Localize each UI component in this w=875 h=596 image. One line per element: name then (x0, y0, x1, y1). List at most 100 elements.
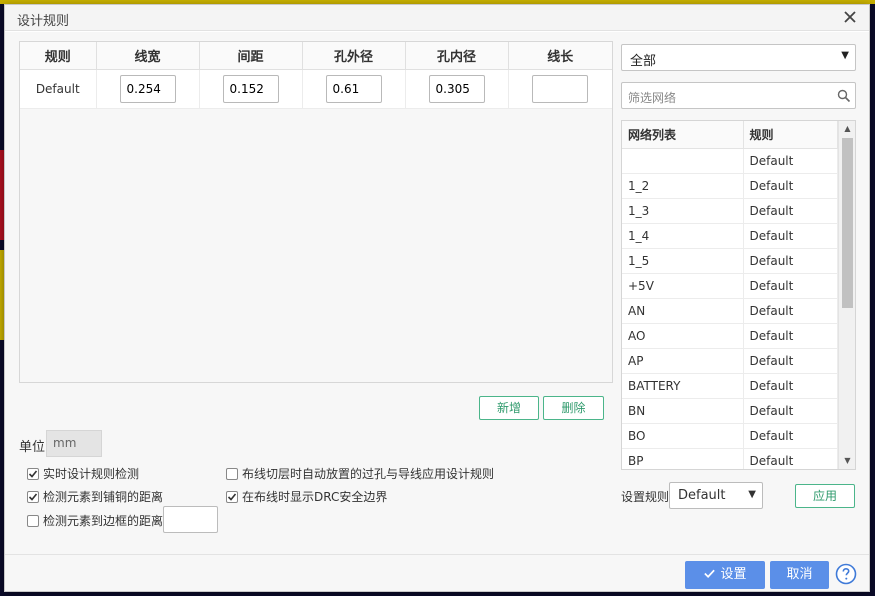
table-row[interactable]: BN Default (622, 398, 838, 424)
table-row[interactable]: 1_5 Default (622, 248, 838, 274)
caret-down-icon: ▼ (748, 489, 756, 500)
net-name: BATTERY (622, 373, 744, 399)
set-rule-select[interactable]: Default ▼ (669, 482, 763, 509)
unit-field: mm (46, 430, 102, 457)
net-rule: Default (743, 448, 838, 469)
net-name (622, 148, 744, 174)
table-row[interactable]: Default (20, 69, 612, 109)
net-rule: Default (743, 148, 838, 174)
net-scope-select[interactable]: 全部 ▼ (621, 44, 856, 71)
header-via-inner: 孔内径 (405, 42, 509, 70)
check-copper-checkbox[interactable]: 检测元素到铺铜的距离 (27, 488, 163, 505)
auto-via-rule-label: 布线切层时自动放置的过孔与导线应用设计规则 (242, 467, 495, 481)
checkbox-checked-icon[interactable] (226, 490, 238, 503)
net-rule: Default (743, 173, 838, 199)
net-rule: Default (743, 198, 838, 224)
via-outer-input[interactable] (325, 74, 382, 103)
net-name: 1_2 (622, 173, 744, 199)
net-table: 网络列表 规则 Default 1_2 Default 1_3 Default 1_… (622, 121, 838, 469)
realtime-drc-label: 实时设计规则检测 (43, 467, 140, 481)
net-list-panel: 网络列表 规则 Default 1_2 Default 1_3 Default 1_… (621, 120, 856, 470)
rule-name: Default (20, 69, 97, 109)
apply-button[interactable]: 应用 (795, 484, 855, 508)
table-row[interactable]: 1_3 Default (622, 198, 838, 224)
table-row[interactable]: +5V Default (622, 273, 838, 299)
net-rule: Default (743, 348, 838, 374)
via-inner-input[interactable] (428, 74, 485, 103)
net-name: AN (622, 298, 744, 324)
net-name: BO (622, 423, 744, 449)
auto-via-rule-checkbox[interactable]: 布线切层时自动放置的过孔与导线应用设计规则 (226, 465, 494, 482)
dialog-title: 设计规则 (17, 14, 70, 29)
table-row[interactable]: Default (622, 148, 838, 174)
checkbox-unchecked-icon[interactable] (27, 514, 39, 527)
scrollbar-thumb[interactable] (842, 138, 853, 308)
set-rule-label: 设置规则 (621, 490, 670, 504)
close-icon[interactable] (841, 8, 859, 26)
scroll-down-icon[interactable]: ▼ (839, 453, 855, 469)
net-name: AP (622, 348, 744, 374)
set-rule-value: Default (678, 488, 726, 503)
show-drc-boundary-checkbox[interactable]: 在布线时显示DRC安全边界 (226, 488, 387, 505)
check-copper-label: 检测元素到铺铜的距离 (43, 490, 164, 504)
table-row[interactable]: BP Default (622, 448, 838, 469)
net-list-scrollbar[interactable]: ▲ ▼ (838, 121, 855, 469)
net-filter-input[interactable]: 筛选网络 (621, 82, 856, 109)
net-rule: Default (743, 398, 838, 424)
caret-down-icon: ▼ (841, 50, 849, 61)
table-row[interactable]: AN Default (622, 298, 838, 324)
header-net-list: 网络列表 (622, 121, 744, 149)
scroll-up-icon[interactable]: ▲ (839, 121, 855, 137)
header-net-rule: 规则 (743, 121, 838, 149)
check-board-edge-label: 检测元素到边框的距离 (43, 514, 164, 528)
add-rule-button[interactable]: 新增 (479, 396, 539, 420)
net-scope-value: 全部 (630, 54, 657, 69)
track-length-input[interactable] (532, 74, 589, 103)
table-row[interactable]: BO Default (622, 423, 838, 449)
header-clearance: 间距 (199, 42, 303, 70)
footer-divider (5, 554, 869, 555)
track-width-input[interactable] (119, 74, 176, 103)
header-via-outer: 孔外径 (302, 42, 406, 70)
unit-label: 单位 (19, 440, 46, 455)
net-name: +5V (622, 273, 744, 299)
checkbox-checked-icon[interactable] (27, 467, 39, 480)
checkbox-unchecked-icon[interactable] (226, 467, 238, 480)
board-edge-distance-input[interactable] (163, 506, 218, 533)
cancel-button[interactable]: 取消 (770, 561, 829, 589)
net-name: 1_4 (622, 223, 744, 249)
net-name: BN (622, 398, 744, 424)
table-row[interactable]: AP Default (622, 348, 838, 374)
design-rules-dialog: 设计规则 规则 线宽 间距 孔外径 孔内径 线长 Default 0.254 0… (4, 4, 870, 592)
dialog-titlebar: 设计规则 (5, 5, 869, 31)
dialog-body: 规则 线宽 间距 孔外径 孔内径 线长 Default 0.254 0.152 … (5, 32, 869, 591)
realtime-drc-checkbox[interactable]: 实时设计规则检测 (27, 465, 139, 482)
header-track-width: 线宽 (96, 42, 200, 70)
net-name: AO (622, 323, 744, 349)
net-rule: Default (743, 273, 838, 299)
check-board-edge-checkbox[interactable]: 检测元素到边框的距离 (27, 512, 163, 529)
delete-rule-button[interactable]: 删除 (543, 396, 604, 420)
table-row[interactable]: AO Default (622, 323, 838, 349)
table-row[interactable]: 1_2 Default (622, 173, 838, 199)
confirm-button[interactable]: 设置 (685, 561, 765, 589)
checkmark-icon (704, 569, 716, 578)
table-row[interactable]: 1_4 Default (622, 223, 838, 249)
net-name: 1_3 (622, 198, 744, 224)
net-rule: Default (743, 223, 838, 249)
table-row[interactable]: BATTERY Default (622, 373, 838, 399)
net-rule: Default (743, 298, 838, 324)
filter-placeholder: 筛选网络 (628, 91, 677, 105)
checkbox-checked-icon[interactable] (27, 490, 39, 503)
confirm-label: 设置 (720, 567, 747, 582)
net-name: 1_5 (622, 248, 744, 274)
header-track-length: 线长 (508, 42, 612, 70)
net-rule: Default (743, 248, 838, 274)
clearance-input[interactable] (222, 74, 279, 103)
net-name: BP (622, 448, 744, 469)
header-rule: 规则 (20, 42, 97, 70)
search-icon[interactable] (837, 89, 851, 103)
net-rule: Default (743, 423, 838, 449)
net-rule: Default (743, 373, 838, 399)
help-icon[interactable] (835, 563, 857, 585)
